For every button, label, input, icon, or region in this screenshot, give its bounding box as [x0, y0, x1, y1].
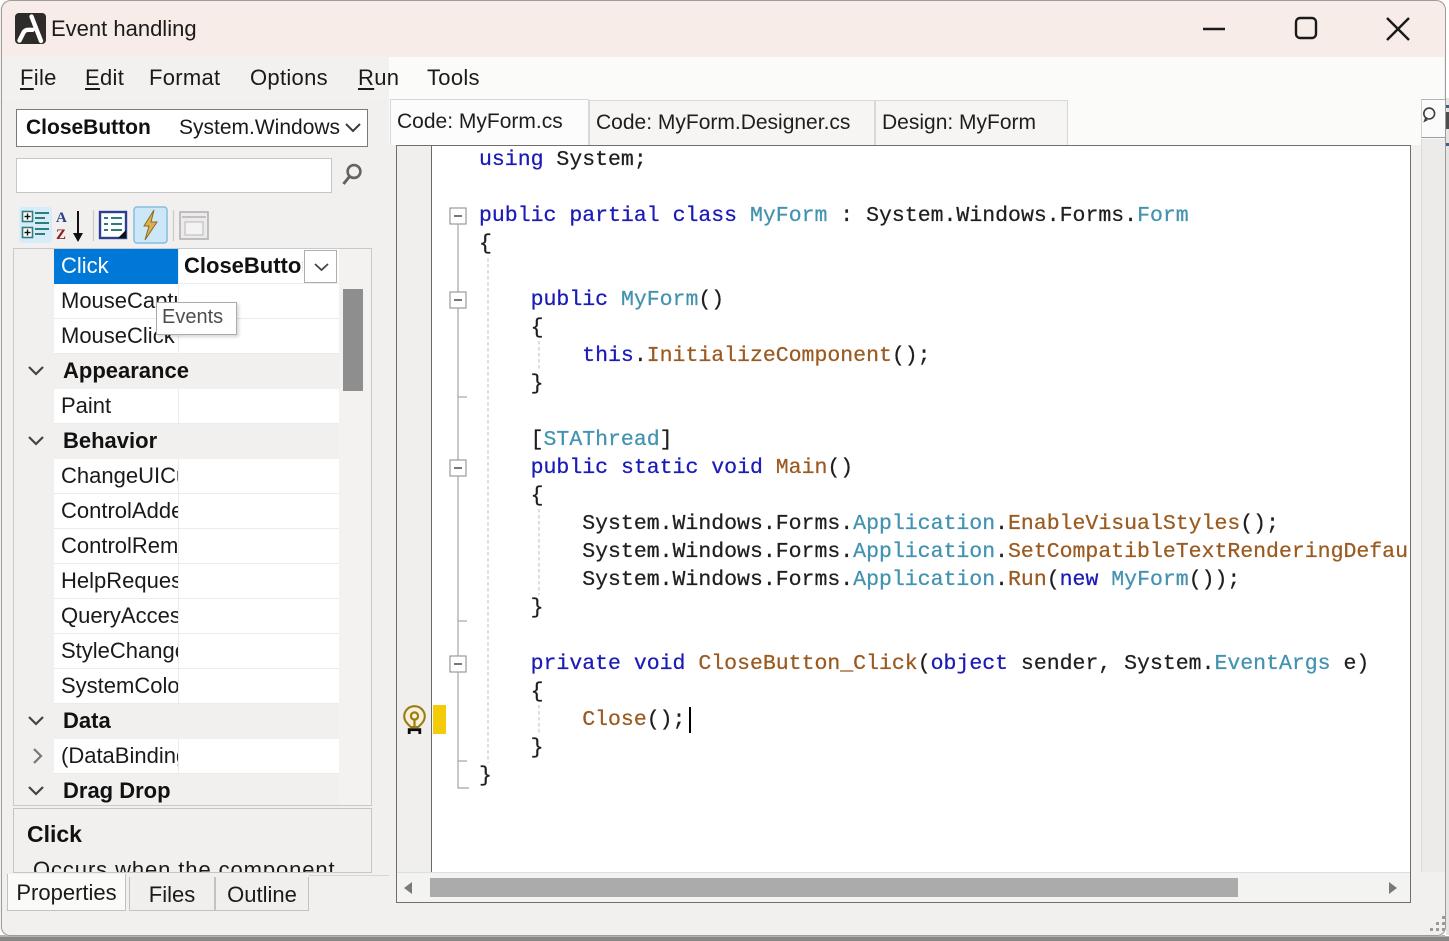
svg-text:Z: Z	[56, 227, 66, 243]
svg-text:A: A	[56, 210, 67, 226]
